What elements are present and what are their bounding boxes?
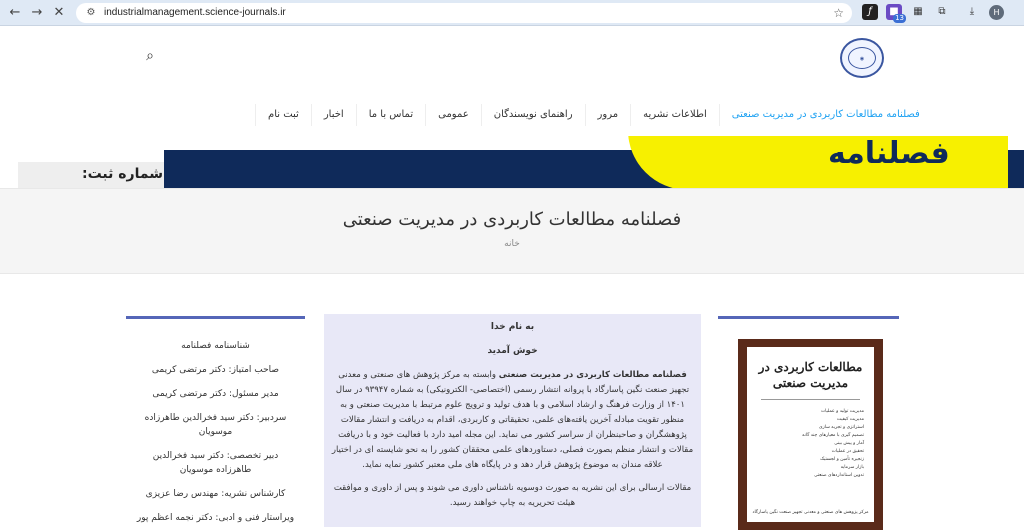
puzzle-icon[interactable]: ⧉: [934, 4, 950, 20]
banner-title: فصلنامه: [828, 136, 950, 171]
cover-topic: استراتژی و تجربه سازی: [819, 425, 864, 430]
cover-topic: تصمیم گیری با معیارهای چند گانه: [802, 433, 864, 438]
cover-topic-list: مدیریت تولید و عملیات مدیریت کیفیت استرا…: [747, 408, 874, 480]
identity-heading: شناسنامه فصلنامه: [181, 341, 250, 351]
breadcrumb[interactable]: خانه: [0, 239, 1024, 249]
cover-topic: آمار و پیش بینی: [834, 441, 864, 446]
extension-badge-icon[interactable]: ■ 13: [886, 4, 906, 23]
banner-yellow-shape: [628, 136, 1008, 188]
hero-banner: فصلنامه شماره ثبت:: [0, 136, 1024, 188]
review-paragraph: مقالات ارسالی برای این نشریه به صورت دوس…: [333, 483, 692, 508]
cover-topic: تدوین استانداردهای صنعتی: [814, 473, 864, 478]
page-title-section: فصلنامه مطالعات کاربردی در مدیریت صنعتی …: [0, 188, 1024, 274]
journal-cover-panel: مطالعات کاربردی در مدیریت صنعتی مدیریت ت…: [718, 316, 899, 530]
menu-item-journal-info[interactable]: اطلاعات نشریه: [630, 104, 719, 126]
close-icon[interactable]: ✕: [50, 4, 68, 22]
welcome-heading: خوش آمدید: [487, 346, 538, 356]
cover-topic: مدیریت تولید و عملیات: [820, 409, 864, 414]
menu-item-home[interactable]: فصلنامه مطالعات کاربردی در مدیریت صنعتی: [718, 104, 932, 126]
address-bar[interactable]: ⚙ industrialmanagement.science-journals.…: [76, 3, 852, 23]
welcome-bismillah: به نام خدا: [490, 322, 535, 332]
journal-cover-image[interactable]: مطالعات کاربردی در مدیریت صنعتی مدیریت ت…: [738, 339, 883, 530]
extension-icon[interactable]: ƒ: [862, 4, 878, 20]
main-menu: فصلنامه مطالعات کاربردی در مدیریت صنعتی …: [255, 104, 932, 126]
cover-publisher: مرکز پژوهش های صنعتی و معدنی تجهیز صنعت …: [752, 510, 869, 515]
welcome-paragraph: فصلنامه مطالعات کاربردی در مدیریت صنعتی …: [330, 368, 695, 473]
forward-arrow-icon[interactable]: →: [28, 4, 46, 22]
page-title: فصلنامه مطالعات کاربردی در مدیریت صنعتی: [342, 209, 682, 230]
welcome-paragraph-text: وابسته به مرکز پژوهش های صنعتی و معدنی ت…: [331, 370, 694, 470]
grid-icon[interactable]: ▦: [910, 4, 926, 20]
url-text: industrialmanagement.science-journals.ir: [104, 7, 286, 18]
identity-specialist-editor: دبیر تخصصی: دکتر سید فخرالدین طاهرزاده م…: [152, 451, 279, 475]
logo-emblem: ◉: [848, 47, 876, 69]
cover-divider: [761, 399, 860, 400]
identity-director: مدیر مسئول: دکتر مرتضی کریمی: [152, 389, 279, 399]
identity-editor-in-chief: سردبیر: دکتر سید فخرالدین طاهرزاده موسوی…: [144, 413, 287, 437]
identity-technical-editor: ویراستار فنی و ادبی: دکتر نجمه اعظم پور: [136, 513, 295, 523]
browser-toolbar: ← → ✕ ⚙ industrialmanagement.science-jou…: [0, 0, 1024, 26]
banner-registration-label: شماره ثبت:: [82, 166, 163, 182]
cover-topic: مدیریت کیفیت: [836, 417, 864, 422]
search-icon[interactable]: ⌕: [142, 48, 158, 64]
menu-item-author-guide[interactable]: راهنمای نویسندگان: [480, 104, 585, 126]
menu-item-register[interactable]: ثبت نام: [255, 104, 311, 126]
cover-title: مطالعات کاربردی در مدیریت صنعتی: [758, 360, 863, 390]
site-info-icon[interactable]: ⚙: [84, 6, 98, 20]
welcome-panel: به نام خدا خوش آمدید فصلنامه مطالعات کار…: [324, 314, 701, 527]
menu-item-browse[interactable]: مرور: [584, 104, 631, 126]
cover-topic: بازار سرمایه: [840, 465, 864, 470]
menu-item-general[interactable]: عمومی: [425, 104, 481, 126]
site-logo[interactable]: ◉: [840, 38, 884, 78]
back-arrow-icon[interactable]: ←: [6, 4, 24, 22]
cover-page: مطالعات کاربردی در مدیریت صنعتی مدیریت ت…: [747, 347, 874, 522]
cover-topic: زنجیره تأمین و لجستیک: [820, 457, 864, 462]
bookmark-star-icon[interactable]: ☆: [833, 5, 844, 21]
journal-identity-panel: شناسنامه فصلنامه صاحب امتیاز: دکتر مرتضی…: [126, 316, 305, 527]
download-icon[interactable]: ⤓: [964, 4, 980, 20]
menu-item-news[interactable]: اخبار: [310, 104, 356, 126]
identity-owner: صاحب امتیاز: دکتر مرتضی کریمی: [151, 365, 280, 375]
menu-item-contact[interactable]: تماس با ما: [355, 104, 425, 126]
welcome-journal-name: فصلنامه مطالعات کاربردی در مدیریت صنعتی: [498, 370, 687, 380]
identity-expert: کارشناس نشریه: مهندس رضا عزیزی: [145, 489, 286, 499]
profile-avatar[interactable]: H: [989, 5, 1004, 20]
cover-topic: تحقیق در عملیات: [831, 449, 864, 454]
